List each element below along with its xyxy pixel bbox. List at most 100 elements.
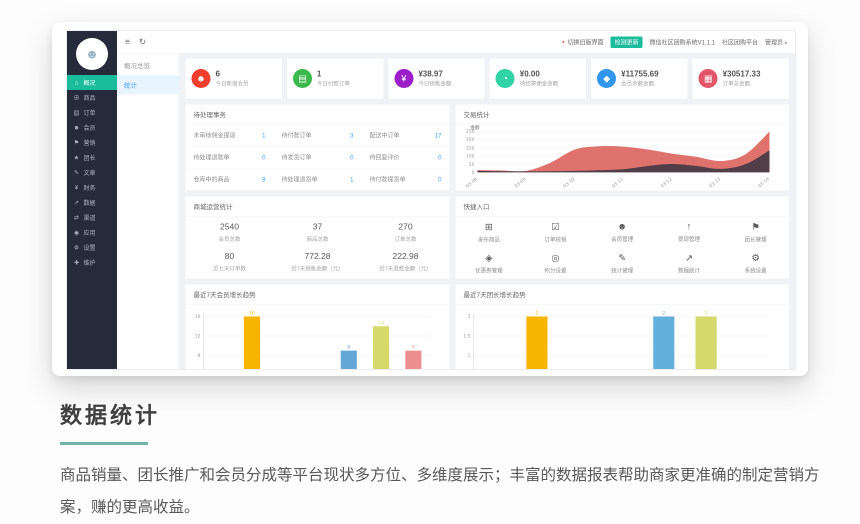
pending-label: 仓库中的商品 (194, 175, 230, 184)
stat-card-value: ¥30517.33 (723, 69, 761, 79)
sidebar-item-members[interactable]: ☻ 会员 (67, 120, 117, 135)
sidebar-item-label: 会员 (84, 123, 96, 132)
stat-card-4[interactable]: ◆ ¥11755.69会员余额金额 (591, 59, 687, 99)
mall-stat-label: 商品总数 (276, 235, 360, 243)
sidebar-item-settings[interactable]: ⚙设置 (67, 240, 117, 255)
svg-text:9: 9 (347, 345, 350, 351)
stat-card-text: ¥11755.69会员余额金额 (621, 69, 658, 87)
quick-entry-label: 会员管理 (590, 235, 655, 243)
quick-entry-member-manage[interactable]: ☻会员管理 (589, 217, 656, 248)
pending-cell: 待付款订单3 (274, 125, 362, 147)
sidebar-item-leaders[interactable]: ★团长 (67, 150, 117, 165)
coupon-manage-icon: ◈ (457, 253, 522, 265)
pending-count-link[interactable]: 9 (262, 176, 265, 183)
sidebar-item-orders[interactable]: ▤订单 (67, 105, 117, 120)
collapse-menu-icon[interactable]: ≡ (125, 37, 130, 47)
marketing-icon: ⚑ (73, 139, 80, 146)
mall-stat-cell: 37 商品总数 (274, 217, 362, 247)
pending-count-link[interactable]: 1 (262, 132, 265, 139)
pending-count-link[interactable]: 0 (262, 154, 265, 161)
leader-manage-icon: ⚑ (723, 222, 788, 234)
stat-card-1[interactable]: ▤1今日付款订单 (287, 59, 383, 99)
sub-sidebar-item-stats[interactable]: 统计 (117, 75, 179, 95)
user-menu[interactable]: 管理员▾ (765, 38, 787, 47)
refresh-icon[interactable]: ↻ (139, 37, 146, 47)
platform-name-link[interactable]: 社区团购平台 (722, 38, 758, 47)
quick-entry-label: 统计管理 (590, 267, 655, 275)
quick-entry-order-verify[interactable]: ☑ 订单核销 (522, 217, 589, 248)
quick-entry-points-setting[interactable]: ◎积分设置 (522, 248, 589, 279)
mall-stat-cell: 222.98近7天退款金额（元） (362, 246, 450, 276)
stat-card-5[interactable]: ▦¥30517.33订单总金额 (693, 59, 789, 99)
overview-icon: ⌂ (73, 79, 80, 86)
svg-text:150: 150 (466, 145, 475, 151)
members-icon: ☻ (73, 124, 80, 131)
sidebar-item-finance[interactable]: ¥财务 (67, 180, 117, 195)
stat-card-2[interactable]: ¥¥38.97今日销售金额 (388, 59, 484, 99)
sidebar-item-maintain[interactable]: ✚维护 (67, 255, 117, 270)
stat-card-label: 会员余额金额 (621, 80, 658, 88)
pending-count-link[interactable]: 17 (435, 132, 442, 139)
sidebar-item-channels[interactable]: ⇄渠道 (67, 210, 117, 225)
sidebar-item-goods[interactable]: ⊞ 商品 (67, 90, 117, 105)
trade-stats-title: 交易统计 (456, 105, 790, 125)
quick-entry-data-stats[interactable]: ↗数据统计 (656, 248, 723, 279)
order-verify-icon: ☑ (523, 222, 588, 234)
svg-text:16: 16 (249, 311, 255, 317)
pending-count-link[interactable]: 0 (350, 154, 353, 161)
quick-entry-stats-manage[interactable]: ✎ 统计管理 (589, 248, 656, 279)
leader-growth-panel: 最近7天团长增长趋势 00.511.52222 (456, 285, 790, 370)
sidebar-item-apps[interactable]: ◉应用 (67, 225, 117, 240)
quick-entry-publish-goods[interactable]: ⊞发布商品 (456, 217, 523, 248)
pending-label: 配送中订单 (370, 131, 400, 140)
svg-text:1.5: 1.5 (463, 334, 470, 340)
quick-entry-system-setting[interactable]: ⚙系统设置 (722, 248, 789, 279)
quick-entry-label: 优惠券管理 (457, 267, 522, 275)
balance-icon: ◆ (597, 69, 616, 88)
stat-card-value: 1 (317, 69, 350, 79)
quick-entry-label: 订单核销 (523, 236, 588, 244)
legacy-version-link[interactable]: 切换旧版界面 (568, 38, 604, 47)
sidebar-item-data[interactable]: ↗数据 (67, 195, 117, 210)
sidebar-item-marketing[interactable]: ⚑营销 (67, 135, 117, 150)
notice-dot-icon: • (562, 38, 564, 46)
quick-entry-coupon-manage[interactable]: ◈ 优惠券管理 (456, 248, 523, 279)
mall-stat-cell: 2540会员总数 (186, 217, 274, 247)
pending-count-link[interactable]: 1 (350, 176, 353, 183)
stat-card-label: 今日付款订单 (317, 80, 350, 88)
member-growth-title: 最近7天会员增长趋势 (186, 285, 450, 305)
svg-text:200: 200 (466, 137, 475, 143)
trade-stats-panel: 交易统计 050100150200250金额03-0803-0903-1003-… (456, 105, 790, 191)
stat-card-3[interactable]: ◔¥0.00待结算佣金金额 (490, 59, 586, 99)
commission-icon: ◔ (496, 69, 515, 88)
quick-entry-body: ⊞发布商品☑ 订单核销☻会员管理↑提现管理⚑ 团长管理 ◈ 优惠券管理◎积分设置✎ 统计管… (456, 217, 790, 279)
member-growth-panel: 最近7天会员增长趋势 048121641619149 (186, 285, 450, 370)
sidebar-item-overview[interactable]: ⌂ 概况 (67, 75, 117, 90)
sidebar-item-label: 概况 (84, 78, 96, 87)
pending-count-link[interactable]: 0 (438, 154, 441, 161)
update-badge[interactable]: 检测更新 (611, 36, 643, 48)
sidebar-item-label: 商品 (84, 93, 96, 102)
quick-entry-label: 团长管理 (723, 236, 788, 244)
pending-cell: 待发货订单0 (274, 147, 362, 169)
goods-icon: ⊞ (73, 94, 80, 101)
mall-stat-value: 37 (276, 222, 360, 232)
orders-icon: ▤ (73, 109, 80, 116)
svg-text:100: 100 (466, 154, 475, 160)
mall-stat-label: 近7天退款金额（元） (364, 265, 448, 273)
quick-entry-leader-manage[interactable]: ⚑ 团长管理 (722, 217, 789, 248)
page-title: 数据统计 (60, 398, 826, 430)
pending-tasks-body: 未审核佣金提现1待付款订单3配送中订单17待处理退款单0待发货订单0待回复评价0… (186, 125, 450, 191)
stat-card-label: 待结算佣金金额 (520, 80, 559, 88)
data-stats-icon: ↗ (657, 253, 722, 265)
pending-count-link[interactable]: 3 (350, 132, 353, 139)
mall-stats-body: 2540会员总数37商品总数270订单总数80近七天订单数772.28近7天销售… (186, 217, 450, 276)
pending-count-link[interactable]: 0 (438, 176, 441, 183)
quick-entry-withdraw-manage[interactable]: ↑提现管理 (656, 217, 723, 248)
sidebar-item-articles[interactable]: ✎文章 (67, 165, 117, 180)
sidebar-item-label: 数据 (84, 198, 96, 207)
stat-card-0[interactable]: ☻6今日新增会员 (186, 59, 282, 99)
stats-manage-icon: ✎ (590, 253, 655, 265)
logo-avatar[interactable]: ☻ (76, 38, 108, 70)
pending-tasks-panel: 待处理事务 未审核佣金提现1待付款订单3配送中订单17待处理退款单0待发货订单0… (186, 105, 450, 191)
